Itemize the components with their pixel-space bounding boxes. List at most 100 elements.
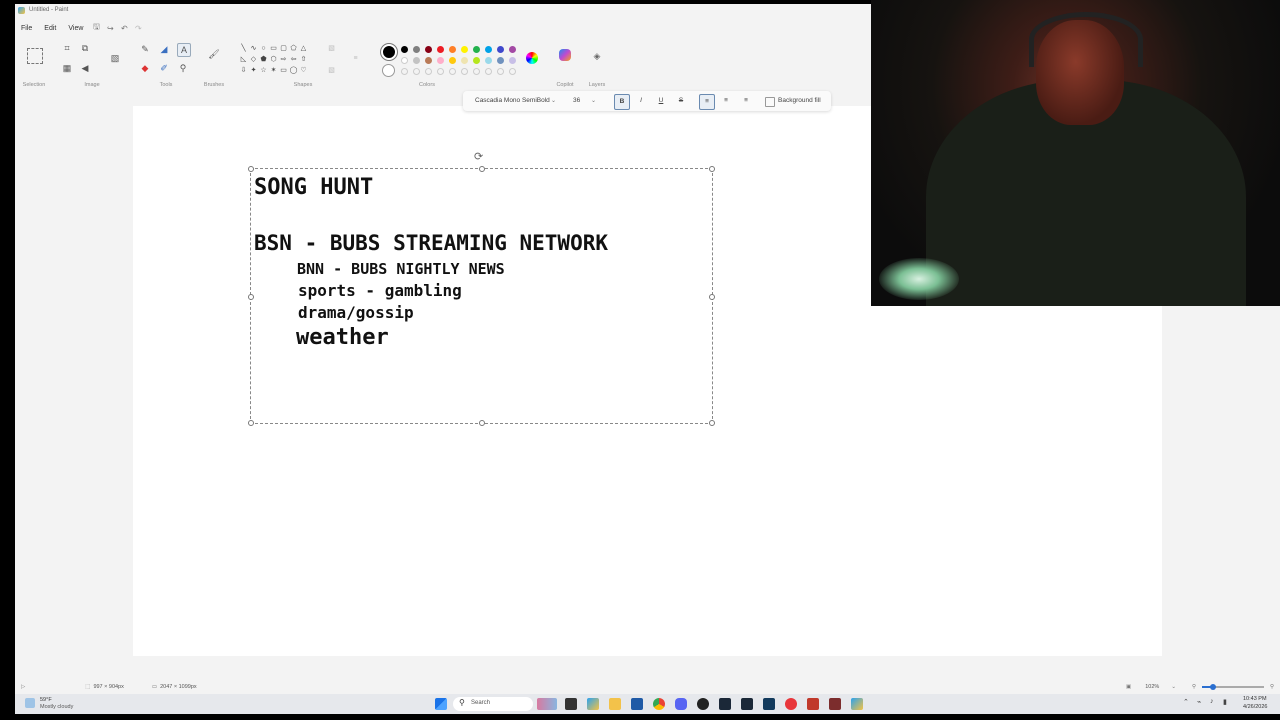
color-swatch[interactable] (437, 57, 444, 64)
rotate-icon[interactable]: ◀ (79, 62, 91, 74)
chevron-up-icon[interactable]: ⌃ (1183, 698, 1189, 706)
color-swatch[interactable] (461, 57, 468, 64)
six-point-star-icon[interactable]: ✶ (269, 66, 278, 75)
chrome-icon[interactable] (653, 698, 665, 710)
custom-color-slot[interactable] (437, 68, 444, 75)
battery-icon[interactable]: ▮ (1223, 698, 1227, 706)
app-icon[interactable] (719, 698, 731, 710)
color-swatch[interactable] (485, 46, 492, 53)
zoom-out-icon[interactable]: ⚲ (1192, 684, 1196, 690)
four-point-star-icon[interactable]: ✦ (249, 66, 258, 75)
app-icon[interactable] (807, 698, 819, 710)
network-icon[interactable]: ⌁ (1197, 698, 1201, 706)
edit-colors-icon[interactable] (526, 52, 538, 64)
color-swatch[interactable] (449, 46, 456, 53)
store-icon[interactable] (631, 698, 643, 710)
custom-color-slot[interactable] (401, 68, 408, 75)
five-point-star-icon[interactable]: ☆ (259, 66, 268, 75)
font-family-select[interactable]: Cascadia Mono SemiBold (475, 91, 555, 111)
color-swatch[interactable] (401, 57, 408, 64)
layers-icon[interactable]: ◈ (591, 50, 603, 62)
align-left-icon[interactable]: ≡ (699, 94, 715, 110)
custom-color-slot[interactable] (509, 68, 516, 75)
share-icon[interactable]: ↪ (103, 24, 117, 33)
font-size-select[interactable]: 36 (573, 91, 580, 111)
pentagon-shape-icon[interactable]: ⬟ (259, 55, 268, 64)
fill-icon[interactable]: ◢ (158, 43, 170, 55)
custom-color-slot[interactable] (485, 68, 492, 75)
color-swatch[interactable] (461, 46, 468, 53)
zoom-in-icon[interactable]: ⚲ (1270, 684, 1274, 690)
chevron-down-icon[interactable]: ⌄ (551, 91, 556, 111)
rounded-rect-shape-icon[interactable]: ▢ (279, 44, 288, 53)
resize-icon[interactable]: ⧉ (79, 42, 91, 54)
strikethrough-button[interactable]: S (674, 91, 688, 111)
arrow-right-shape-icon[interactable]: ⇨ (279, 55, 288, 64)
select-all-icon[interactable]: ▦ (61, 62, 73, 74)
color-swatch[interactable] (485, 57, 492, 64)
callout-oval-icon[interactable]: ◯ (289, 66, 298, 75)
zoom-slider-thumb[interactable] (1209, 684, 1216, 690)
color-swatch[interactable] (497, 46, 504, 53)
background-fill-checkbox[interactable] (765, 97, 775, 107)
outline-icon[interactable]: ▧ (327, 44, 336, 53)
selection-icon[interactable] (27, 48, 43, 64)
custom-color-slot[interactable] (449, 68, 456, 75)
color-swatch[interactable] (473, 57, 480, 64)
search-box[interactable]: ⚲ Search (453, 697, 533, 711)
discord-icon[interactable] (675, 698, 687, 710)
color-swatch[interactable] (425, 46, 432, 53)
color-swatch[interactable] (497, 57, 504, 64)
arrow-left-shape-icon[interactable]: ⇦ (289, 55, 298, 64)
right-triangle-shape-icon[interactable]: ◺ (239, 55, 248, 64)
arrow-up-shape-icon[interactable]: ⇧ (299, 55, 308, 64)
steam-icon[interactable] (741, 698, 753, 710)
copilot-icon[interactable] (559, 49, 571, 61)
crop-icon[interactable]: ⌗ (61, 42, 73, 54)
app-icon[interactable] (763, 698, 775, 710)
clock-date[interactable]: 4/26/2026 (1243, 704, 1267, 710)
obs-icon[interactable] (697, 698, 709, 710)
opera-icon[interactable] (785, 698, 797, 710)
color-swatch[interactable] (473, 46, 480, 53)
volume-icon[interactable]: ♪ (1210, 698, 1214, 705)
custom-color-slot[interactable] (425, 68, 432, 75)
clock-time[interactable]: 10:43 PM (1243, 696, 1267, 702)
resize-handle-e[interactable] (709, 294, 715, 300)
align-right-icon[interactable]: ≡ (739, 91, 753, 111)
paint-taskbar-icon[interactable] (851, 698, 863, 710)
italic-button[interactable]: I (634, 91, 648, 111)
resize-handle-w[interactable] (248, 294, 254, 300)
paint-taskbar-icon[interactable] (587, 698, 599, 710)
polygon-shape-icon[interactable]: ⬠ (289, 44, 298, 53)
text-icon[interactable]: A (177, 43, 191, 57)
secondary-color-swatch[interactable] (382, 64, 395, 77)
shape-size-icon[interactable]: ≡ (351, 54, 360, 63)
color-swatch[interactable] (509, 57, 516, 64)
app-icon[interactable] (829, 698, 841, 710)
custom-color-slot[interactable] (497, 68, 504, 75)
custom-color-slot[interactable] (473, 68, 480, 75)
rotate-handle-icon[interactable]: ⟳ (474, 150, 483, 163)
resize-handle-sw[interactable] (248, 420, 254, 426)
undo-icon[interactable]: ↶ (117, 24, 131, 33)
hexagon-shape-icon[interactable]: ⬡ (269, 55, 278, 64)
bold-button[interactable]: B (614, 94, 630, 110)
color-swatch[interactable] (401, 46, 408, 53)
file-explorer-icon[interactable] (609, 698, 621, 710)
primary-color-swatch[interactable] (381, 44, 397, 60)
color-swatch[interactable] (449, 57, 456, 64)
callout-rect-icon[interactable]: ▭ (279, 66, 288, 75)
custom-color-slot[interactable] (413, 68, 420, 75)
pencil-icon[interactable]: ✎ (139, 43, 151, 55)
rectangle-shape-icon[interactable]: ▭ (269, 44, 278, 53)
resize-handle-n[interactable] (479, 166, 485, 172)
chevron-down-icon[interactable]: ⌄ (1171, 684, 1176, 690)
diamond-shape-icon[interactable]: ◇ (249, 55, 258, 64)
brush-icon[interactable]: 🖌 (208, 48, 220, 60)
fit-to-window-icon[interactable]: ▣ (1126, 684, 1131, 690)
menu-view[interactable]: View (62, 25, 89, 32)
color-swatch[interactable] (437, 46, 444, 53)
color-swatch[interactable] (413, 46, 420, 53)
text-box[interactable]: SONG HUNT BSN - BUBS STREAMING NETWORK B… (248, 166, 715, 426)
